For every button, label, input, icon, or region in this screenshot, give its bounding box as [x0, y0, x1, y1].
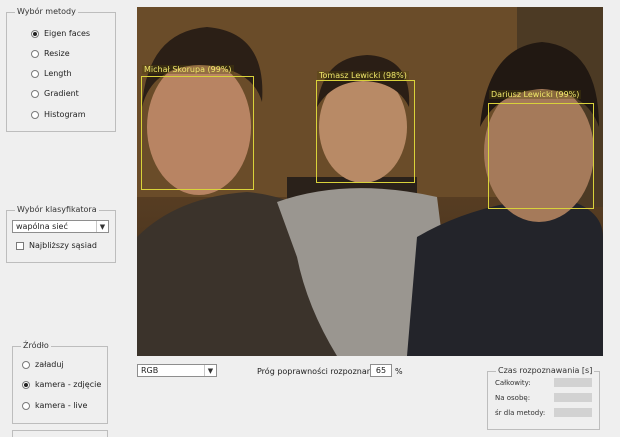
method-option-label: Gradient — [44, 89, 79, 98]
threshold-unit: % — [395, 367, 403, 376]
classifier-group: Wybór klasyfikatora wapólna sieć ▼ Najbl… — [6, 205, 116, 263]
timing-group: Czas rozpoznawania [s] Całkowity: Na oso… — [487, 366, 600, 430]
classifier-select[interactable]: wapólna sieć ▼ — [12, 220, 109, 233]
source-option-load[interactable]: załaduj — [22, 360, 64, 369]
source-option-camera-photo[interactable]: kamera - zdjęcie — [22, 380, 101, 389]
checkbox-icon[interactable] — [16, 241, 24, 250]
timing-method-avg-label: śr dla metody: — [495, 409, 546, 417]
radio-button-icon[interactable] — [31, 49, 39, 58]
face-box-2 — [316, 80, 415, 183]
timing-per-person-value — [554, 393, 592, 402]
timing-total-label: Całkowity: — [495, 379, 531, 387]
face-box-1 — [141, 76, 254, 190]
method-option-label: Eigen faces — [44, 29, 91, 38]
source-group: Źródło załaduj kamera - zdjęcie kamera -… — [12, 341, 108, 424]
method-group-title: Wybór metody — [15, 7, 78, 16]
method-option-resize[interactable]: Resize — [31, 49, 70, 58]
method-option-label: Histogram — [44, 110, 86, 119]
color-space-select[interactable]: RGB ▼ — [137, 364, 217, 377]
timing-total-value — [554, 378, 592, 387]
radio-button-icon[interactable] — [31, 89, 39, 98]
color-space-value: RGB — [141, 366, 159, 375]
source-option-label: kamera - zdjęcie — [35, 380, 102, 389]
radio-button-icon[interactable] — [31, 69, 39, 78]
classifier-select-value: wapólna sieć — [16, 222, 68, 231]
method-option-eigen-faces[interactable]: Eigen faces — [31, 29, 90, 38]
threshold-value: 65 — [375, 366, 387, 375]
source-option-camera-live[interactable]: kamera - live — [22, 401, 87, 410]
nearest-neighbour-label: Najbliższy sąsiad — [29, 241, 97, 250]
face-label-1: Michał Skorupa (99%) — [142, 65, 234, 74]
face-label-3: Dariusz Lewicki (99%) — [489, 90, 582, 99]
camera-image: Michał Skorupa (99%) Tomasz Lewicki (98%… — [137, 7, 603, 356]
threshold-label: Próg poprawności rozpoznania — [257, 367, 379, 376]
source-option-label: kamera - live — [35, 401, 88, 410]
chevron-down-icon[interactable]: ▼ — [96, 221, 108, 232]
method-option-length[interactable]: Length — [31, 69, 72, 78]
face-label-2: Tomasz Lewicki (98%) — [317, 71, 409, 80]
timing-method-avg-value — [554, 408, 592, 417]
radio-button-icon[interactable] — [22, 401, 30, 410]
method-option-label: Length — [44, 69, 72, 78]
method-option-histogram[interactable]: Histogram — [31, 110, 86, 119]
radio-button-icon[interactable] — [22, 380, 30, 389]
method-option-gradient[interactable]: Gradient — [31, 89, 79, 98]
chevron-down-icon[interactable]: ▼ — [204, 365, 216, 376]
timing-group-title: Czas rozpoznawania [s] — [496, 366, 595, 375]
method-group: Wybór metody Eigen faces Resize Length G… — [6, 7, 116, 132]
method-option-label: Resize — [44, 49, 70, 58]
source-group-title: Źródło — [21, 341, 51, 350]
radio-button-icon[interactable] — [22, 360, 30, 369]
face-box-3 — [488, 103, 594, 209]
threshold-input[interactable]: 65 — [370, 364, 392, 377]
radio-button-icon[interactable] — [31, 29, 39, 38]
source-option-label: załaduj — [35, 360, 64, 369]
timing-per-person-label: Na osobę: — [495, 394, 531, 402]
classifier-group-title: Wybór klasyfikatora — [15, 205, 99, 214]
nearest-neighbour-checkbox-row[interactable]: Najbliższy sąsiad — [16, 241, 97, 250]
radio-button-icon[interactable] — [31, 110, 39, 119]
